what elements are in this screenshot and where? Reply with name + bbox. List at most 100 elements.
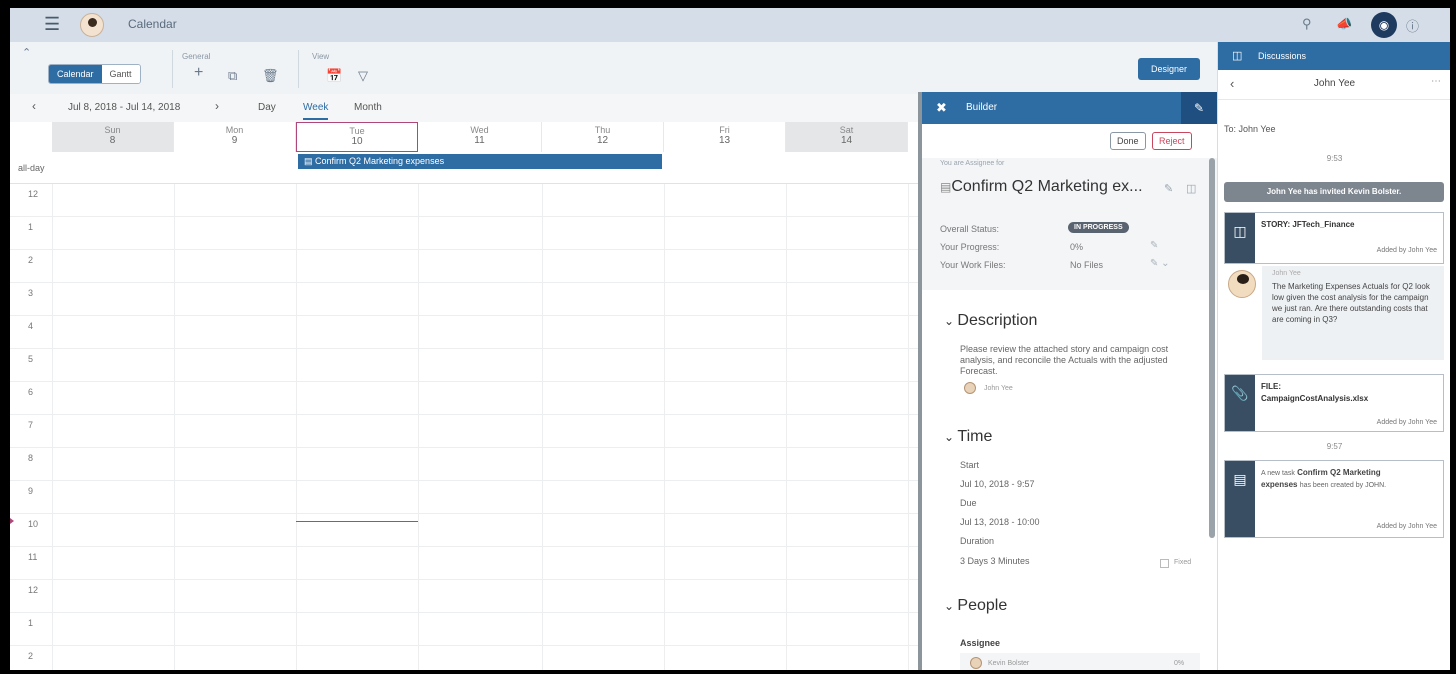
hour-row[interactable]: 2 <box>10 250 918 283</box>
user-avatar[interactable] <box>80 13 104 37</box>
message-bubble: John Yee The Marketing Expenses Actuals … <box>1262 266 1444 360</box>
day-header-sat[interactable]: Sat 14 <box>786 122 908 152</box>
day-header-thu[interactable]: Thu 12 <box>542 122 664 152</box>
hour-label: 12 <box>28 189 39 199</box>
app-window: ☰ Calendar ⚲ 📣 ◉ ⓘ ⌃ Calendar Gantt Gene… <box>10 8 1450 670</box>
hour-row[interactable]: 12 <box>10 580 918 613</box>
grid-line <box>296 184 297 670</box>
clipboard-icon: ▤ <box>1225 461 1255 537</box>
system-message: John Yee has invited Kevin Bolster. <box>1224 182 1444 202</box>
hour-label: 9 <box>28 486 34 496</box>
hour-label: 5 <box>28 354 34 364</box>
hour-row[interactable]: 4 <box>10 316 918 349</box>
divider <box>172 50 173 88</box>
calendar-view-icon[interactable]: 📅 <box>326 68 342 84</box>
hour-label: 1 <box>28 618 34 628</box>
timestamp: 9:53 <box>1326 154 1343 163</box>
current-time-marker <box>10 518 14 524</box>
day-header-sun[interactable]: Sun 8 <box>52 122 174 152</box>
status-badge: IN PROGRESS <box>1068 222 1129 233</box>
filter-icon[interactable]: ▽ <box>358 68 368 84</box>
calendar-event[interactable]: ▤ Confirm Q2 Marketing expenses <box>298 154 662 169</box>
file-label: FILE: <box>1261 382 1281 391</box>
next-week-icon[interactable]: › <box>215 99 219 113</box>
time-header[interactable]: ⌄ Time <box>944 428 992 446</box>
day-name: Wed <box>470 125 489 135</box>
hour-row[interactable]: 1 <box>10 613 918 646</box>
tab-gantt[interactable]: Gantt <box>101 65 140 83</box>
copy-icon[interactable]: ⧉ <box>228 68 237 84</box>
file-name: CampaignCostAnalysis.xlsx <box>1261 394 1369 403</box>
fixed-checkbox[interactable] <box>1160 559 1169 568</box>
pin-icon[interactable]: ✎ <box>1181 92 1217 124</box>
assignee-label: Assignee <box>960 638 1001 648</box>
hour-row[interactable]: 11 <box>10 547 918 580</box>
file-card[interactable]: 📎 FILE: CampaignCostAnalysis.xlsx Added … <box>1224 374 1444 432</box>
tab-month[interactable]: Month <box>354 102 382 113</box>
day-header-mon[interactable]: Mon 9 <box>174 122 296 152</box>
hour-label: 11 <box>28 552 38 562</box>
task-icon: ▤ <box>940 180 952 194</box>
story-title: STORY: JFTech_Finance <box>1261 220 1355 229</box>
duration-value: 3 Days 3 Minutes <box>960 556 1030 566</box>
grid-line <box>664 184 665 670</box>
scrollbar[interactable] <box>1209 158 1215 538</box>
hour-row[interactable]: 3 <box>10 283 918 316</box>
more-icon[interactable]: ⋯ <box>1431 76 1441 87</box>
app-title: Calendar <box>128 17 177 31</box>
grid-line <box>174 184 175 670</box>
description-header[interactable]: ⌄ Description <box>944 312 1037 330</box>
day-header-tue[interactable]: Tue 10 <box>296 122 418 152</box>
hour-row[interactable]: 6 <box>10 382 918 415</box>
hour-row[interactable]: 2 <box>10 646 918 670</box>
hour-row[interactable]: 9 <box>10 481 918 514</box>
date-navigation: ‹ Jul 8, 2018 - Jul 14, 2018 › Day Week … <box>10 94 918 122</box>
all-day-row[interactable]: all-day ▤ Confirm Q2 Marketing expenses <box>10 152 918 184</box>
work-files-value: No Files <box>1070 260 1104 270</box>
day-name: Sat <box>839 125 854 135</box>
task-card[interactable]: ▤ A new task Confirm Q2 Marketing expens… <box>1224 460 1444 538</box>
menu-icon[interactable]: ☰ <box>44 14 60 35</box>
edit-progress-icon[interactable]: ✎ <box>1150 240 1158 251</box>
search-icon[interactable]: ⚲ <box>1302 16 1312 32</box>
discussion-icon[interactable]: ◫ <box>1186 182 1196 195</box>
people-header[interactable]: ⌄ People <box>944 597 1007 615</box>
hour-row[interactable]: 7 <box>10 415 918 448</box>
tab-day[interactable]: Day <box>258 102 276 113</box>
progress-value: 0% <box>1070 242 1084 252</box>
notifications-icon[interactable]: ◉ <box>1371 12 1397 38</box>
all-day-label: all-day <box>18 163 45 173</box>
tools-icon: ✖ <box>936 100 947 115</box>
day-header-fri[interactable]: Fri 13 <box>664 122 786 152</box>
help-icon[interactable]: ⓘ <box>1406 16 1419 35</box>
done-button[interactable]: Done <box>1110 132 1146 150</box>
hour-row[interactable]: 5 <box>10 349 918 382</box>
previous-week-icon[interactable]: ‹ <box>32 99 36 113</box>
hour-row[interactable]: 12 <box>10 184 918 217</box>
duration-label: Duration <box>960 536 995 546</box>
hour-row[interactable]: 8 <box>10 448 918 481</box>
day-header-wed[interactable]: Wed 11 <box>418 122 542 152</box>
hour-label: 6 <box>28 387 34 397</box>
message-text: The Marketing Expenses Actuals for Q2 lo… <box>1272 282 1430 324</box>
megaphone-icon[interactable]: 📣 <box>1336 16 1352 32</box>
chevron-down-icon: ⌄ <box>944 599 958 613</box>
edit-files-icon[interactable]: ✎ ⌄ <box>1150 258 1170 269</box>
reject-button[interactable]: Reject <box>1152 132 1192 150</box>
start-label: Start <box>960 460 980 470</box>
delete-icon[interactable]: 🗑 <box>262 68 279 84</box>
assignee-row[interactable]: Kevin Bolster 0% <box>960 653 1200 670</box>
grid-line <box>418 184 419 670</box>
edit-icon[interactable]: ✎ <box>1164 182 1173 195</box>
section-title: People <box>957 597 1008 614</box>
hour-row[interactable]: 10 <box>10 514 918 547</box>
general-group-label: General <box>182 52 211 61</box>
progress-label: Your Progress: <box>940 242 1000 252</box>
story-card[interactable]: ◫ STORY: JFTech_Finance Added by John Ye… <box>1224 212 1444 264</box>
hour-row[interactable]: 1 <box>10 217 918 250</box>
tab-calendar[interactable]: Calendar <box>49 65 102 83</box>
designer-button[interactable]: Designer <box>1138 58 1200 80</box>
tab-week[interactable]: Week <box>303 102 329 120</box>
collapse-icon[interactable]: ⌃ <box>22 46 31 59</box>
add-icon[interactable]: + <box>194 64 203 82</box>
